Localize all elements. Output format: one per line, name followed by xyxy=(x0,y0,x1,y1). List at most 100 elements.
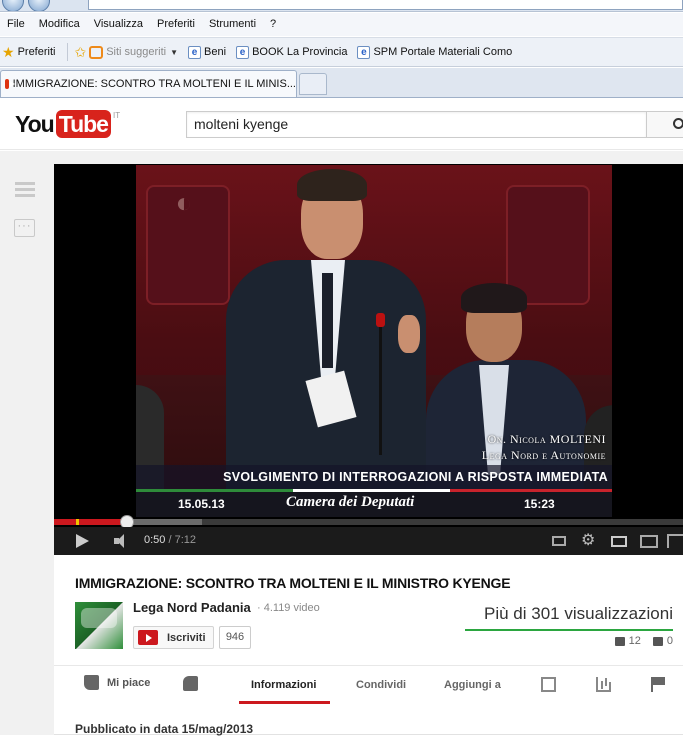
new-tab-button[interactable] xyxy=(299,73,327,95)
video-player[interactable]: ◐ On. Nicola MOLTENI Lega Nord e Autonom… xyxy=(54,164,683,555)
guide-menu-icon[interactable] xyxy=(15,182,35,198)
speaker-tie xyxy=(322,273,333,368)
channel-video-count[interactable]: · 4.119 video xyxy=(257,602,320,614)
browser-tab-active[interactable]: IMMIGRAZIONE: SCONTRO TRA MOLTENI E IL M… xyxy=(0,70,297,97)
seated-person-hair xyxy=(461,283,527,313)
youtube-subscribe-icon xyxy=(138,630,158,645)
statistics-icon[interactable] xyxy=(596,677,611,692)
favorite-label: BOOK La Provincia xyxy=(252,46,348,58)
logo-you-text: You xyxy=(15,111,55,137)
menu-visualizza[interactable]: Visualizza xyxy=(87,13,150,36)
video-frame[interactable]: ◐ On. Nicola MOLTENI Lega Nord e Autonom… xyxy=(136,165,612,517)
caption-band: SVOLGIMENTO DI INTERROGAZIONI A RISPOSTA… xyxy=(136,465,612,489)
speaker-caption: On. Nicola MOLTENI Lega Nord e Autonomie xyxy=(356,431,606,463)
ie-page-icon: e xyxy=(188,45,202,59)
favorite-siti-suggeriti[interactable]: Siti suggeriti ▼ xyxy=(89,45,179,59)
large-player-icon[interactable] xyxy=(640,535,658,548)
channel-name[interactable]: Lega Nord Padania xyxy=(133,600,251,615)
tab-aggiungi[interactable]: Aggiungi a xyxy=(444,679,501,691)
favorites-label: Preferiti xyxy=(17,46,56,58)
dislike-count: 0 xyxy=(666,635,673,647)
caption-party: Lega Nord e Autonomie xyxy=(481,448,606,462)
address-field[interactable] xyxy=(88,0,683,10)
sentiment-bar xyxy=(465,629,673,631)
caption-time: 15:23 xyxy=(524,497,555,511)
tab-informazioni[interactable]: Informazioni xyxy=(251,679,316,691)
favorite-label: SPM Portale Materiali Como xyxy=(373,46,513,58)
small-player-icon[interactable] xyxy=(611,536,627,547)
captions-icon[interactable] xyxy=(552,536,566,546)
thumbs-up-icon xyxy=(84,675,99,690)
caption-chamber: Camera dei Deputati xyxy=(286,494,415,510)
view-count: Più di 301 visualizzazioni xyxy=(484,604,673,623)
browser-address-bar xyxy=(0,0,683,12)
search-icon xyxy=(673,118,683,129)
favorites-bar: ★ Preferiti ✩ Siti suggeriti ▼ e Beni e B… xyxy=(0,37,683,67)
thumbs-down-icon[interactable] xyxy=(183,676,198,691)
menu-modifica[interactable]: Modifica xyxy=(32,13,87,36)
favorite-beni[interactable]: e Beni xyxy=(188,45,227,59)
current-time: 0:50 xyxy=(144,534,166,546)
dislike-count-icon xyxy=(652,636,663,646)
favorite-label: Beni xyxy=(204,46,227,58)
subscribe-label: Iscriviti xyxy=(167,631,206,644)
logo-tube-text: Tube xyxy=(55,110,111,138)
favorite-label: Siti suggeriti xyxy=(106,46,167,58)
favorites-separator xyxy=(67,43,69,61)
progress-played xyxy=(54,519,127,525)
favorite-book-la-provincia[interactable]: e BOOK La Provincia xyxy=(236,45,348,59)
more-options-icon[interactable]: ··· xyxy=(14,219,35,237)
like-stats: 12 0 xyxy=(614,635,673,647)
caption-date: 15.05.13 xyxy=(178,497,225,511)
subscribe-button[interactable]: Iscriviti xyxy=(133,626,214,649)
like-button[interactable]: Mi piace xyxy=(84,675,150,690)
fullscreen-icon[interactable] xyxy=(667,534,683,548)
progress-bar[interactable] xyxy=(54,515,683,529)
gear-icon[interactable]: ⚙ xyxy=(581,533,595,549)
like-label: Mi piace xyxy=(107,676,151,689)
browser-tab-title: IMMIGRAZIONE: SCONTRO TRA MOLTENI E IL M… xyxy=(12,78,296,90)
speaker-hair xyxy=(297,169,367,201)
ie-page-icon: e xyxy=(236,45,250,59)
caption-footer: 15.05.13 Camera dei Deputati 15:23 xyxy=(136,492,612,517)
player-controls: 0:50 / 7:12 ⚙ xyxy=(54,527,683,555)
duration: 7:12 xyxy=(174,534,197,546)
raised-hand xyxy=(398,315,420,353)
back-button[interactable] xyxy=(2,0,24,11)
tab-strip: IMMIGRAZIONE: SCONTRO TRA MOLTENI E IL M… xyxy=(0,68,683,98)
volume-icon[interactable] xyxy=(114,534,132,548)
menu-strumenti[interactable]: Strumenti xyxy=(202,13,263,36)
menu-file[interactable]: File xyxy=(0,13,32,36)
youtube-header: You Tube IT molteni kyenge xyxy=(0,99,683,150)
favorite-spm-portale[interactable]: e SPM Portale Materiali Como xyxy=(357,45,513,59)
channel-avatar[interactable] xyxy=(75,602,123,649)
menu-help[interactable]: ? xyxy=(263,13,283,36)
logo-region: IT xyxy=(112,111,121,120)
add-favorite-icon[interactable]: ✩ xyxy=(74,44,86,61)
publish-date: Pubblicato in data 15/mag/2013 xyxy=(75,722,254,736)
menu-preferiti[interactable]: Preferiti xyxy=(150,13,202,36)
forward-button[interactable] xyxy=(28,0,50,11)
video-info-card: IMMIGRAZIONE: SCONTRO TRA MOLTENI E IL M… xyxy=(54,555,683,736)
like-count: 12 xyxy=(628,635,641,647)
ie-page-icon: e xyxy=(357,45,371,59)
play-icon[interactable] xyxy=(76,534,89,548)
favorites-button[interactable]: ★ Preferiti xyxy=(2,44,55,61)
youtube-logo[interactable]: You Tube IT xyxy=(15,110,120,138)
flag-icon[interactable] xyxy=(651,677,666,692)
chamber-emblem-icon: ◐ xyxy=(175,187,193,218)
microphone-head xyxy=(376,313,385,327)
video-title: IMMIGRAZIONE: SCONTRO TRA MOLTENI E IL M… xyxy=(75,575,511,591)
transcript-icon[interactable] xyxy=(541,677,556,692)
menu-bar: File Modifica Visualizza Preferiti Strum… xyxy=(0,13,683,36)
active-tab-indicator xyxy=(239,701,330,704)
time-display: 0:50 / 7:12 xyxy=(144,534,197,546)
search-button[interactable] xyxy=(646,111,683,138)
search-input[interactable]: molteni kyenge xyxy=(186,111,647,138)
suggested-sites-icon xyxy=(89,45,104,59)
star-icon: ★ xyxy=(2,43,15,60)
ad-marker xyxy=(76,519,79,525)
tab-condividi[interactable]: Condividi xyxy=(356,679,406,691)
dropdown-arrow-icon: ▼ xyxy=(170,47,179,57)
subscriber-count: 946 xyxy=(219,626,251,649)
